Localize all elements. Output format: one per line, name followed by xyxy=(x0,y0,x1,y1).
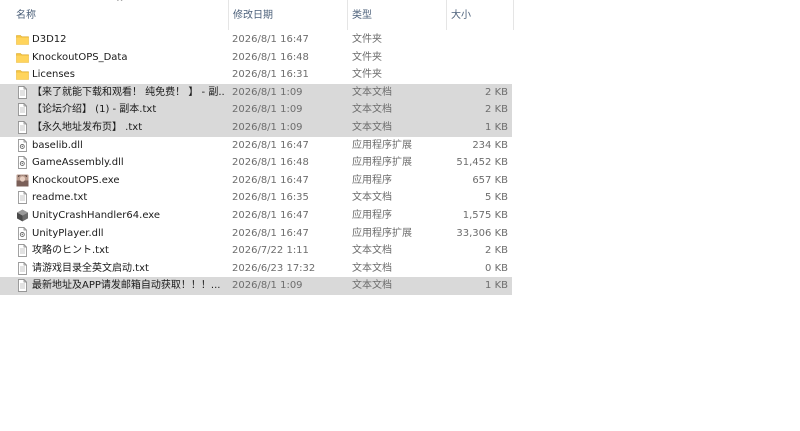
file-type: 应用程序 xyxy=(352,209,392,221)
file-size: 1,575 KB xyxy=(462,209,508,221)
file-name: 攻略のヒント.txt xyxy=(32,245,109,257)
file-name: Licenses xyxy=(32,69,75,81)
file-size: 657 KB xyxy=(472,174,508,186)
file-date: 2026/8/1 1:09 xyxy=(232,280,303,292)
file-date: 2026/8/1 16:31 xyxy=(232,69,309,81)
file-size: 5 KB xyxy=(485,192,508,204)
file-date: 2026/8/1 1:09 xyxy=(232,86,303,98)
file-type: 文本文档 xyxy=(352,280,392,292)
file-size: 51,452 KB xyxy=(456,157,508,169)
file-type: 文本文档 xyxy=(352,245,392,257)
file-size: 2 KB xyxy=(485,86,508,98)
text-file-icon xyxy=(16,261,29,275)
file-name: 【永久地址发布页】 .txt xyxy=(32,121,143,133)
file-type: 文本文档 xyxy=(352,86,392,98)
file-date: 2026/8/1 16:48 xyxy=(232,157,309,169)
file-date: 2026/6/23 17:32 xyxy=(232,262,316,274)
text-file-icon xyxy=(16,85,29,99)
file-size xyxy=(446,31,508,49)
file-name: 最新地址及APP请发邮箱自动获取！！！... xyxy=(32,280,221,292)
file-size: 2 KB xyxy=(485,245,508,257)
file-row[interactable]: KnockoutOPS_Data 2026/8/1 16:48 文件夹 xyxy=(0,49,512,67)
dll-file-icon xyxy=(16,138,29,152)
file-type: 应用程序扩展 xyxy=(352,139,412,151)
file-row[interactable]: UnityPlayer.dll 2026/8/1 16:47 应用程序扩展 33,30… xyxy=(0,225,512,243)
text-file-icon xyxy=(16,244,29,257)
sort-ascending-icon: ^ xyxy=(116,0,124,8)
text-file-icon xyxy=(16,191,29,205)
file-row[interactable]: Licenses 2026/8/1 16:31 文件夹 xyxy=(0,66,512,84)
file-row[interactable]: 【永久地址发布页】 .txt 2026/8/1 1:09 文本文档 1 KB xyxy=(0,118,512,137)
file-name: GameAssembly.dll xyxy=(32,157,124,169)
file-row[interactable]: 攻略のヒント.txt 2026/7/22 1:11 文本文档 2 KB xyxy=(0,242,512,260)
file-type: 应用程序扩展 xyxy=(352,157,412,169)
file-date: 2026/8/1 16:47 xyxy=(232,34,309,45)
file-name: readme.txt xyxy=(32,192,88,204)
file-name: 请游戏目录全英文启动.txt xyxy=(32,262,149,274)
file-row[interactable]: 请游戏目录全英文启动.txt 2026/6/23 17:32 文本文档 0 KB xyxy=(0,260,512,278)
file-size: 1 KB xyxy=(485,121,508,133)
text-file-icon xyxy=(16,103,29,117)
file-date: 2026/8/1 16:35 xyxy=(232,192,309,204)
column-type-header[interactable]: 类型 xyxy=(347,0,445,30)
file-type: 文件夹 xyxy=(352,69,382,81)
file-size: 33,306 KB xyxy=(456,227,508,239)
file-date: 2026/8/1 1:09 xyxy=(232,121,303,133)
dll-file-icon xyxy=(16,156,29,170)
file-type: 文件夹 xyxy=(352,34,382,45)
file-row[interactable]: KnockoutOPS.exe 2026/8/1 16:47 应用程序 657 KB xyxy=(0,172,512,190)
file-date: 2026/8/1 16:47 xyxy=(232,174,309,186)
column-date-header[interactable]: 修改日期 xyxy=(228,0,346,30)
file-date: 2026/7/22 1:11 xyxy=(232,245,309,257)
file-name: 【来了就能下载和观看！ 纯免费！ 】 - 副... xyxy=(32,86,224,98)
file-row[interactable]: 最新地址及APP请发邮箱自动获取！！！... 2026/8/1 1:09 文本文档 1… xyxy=(0,277,512,295)
file-date: 2026/8/1 16:48 xyxy=(232,51,309,63)
file-size: 2 KB xyxy=(485,104,508,116)
file-row[interactable]: D3D12 2026/8/1 16:47 文件夹 xyxy=(0,31,512,49)
file-date: 2026/8/1 16:47 xyxy=(232,139,309,151)
file-name: UnityCrashHandler64.exe xyxy=(32,209,161,221)
folder-icon xyxy=(16,51,29,64)
app-icon xyxy=(16,174,29,187)
file-type: 应用程序 xyxy=(352,174,392,186)
file-row[interactable]: 【论坛介绍】 (1) - 副本.txt 2026/8/1 1:09 文本文档 2 KB xyxy=(0,101,512,119)
folder-icon xyxy=(16,68,29,81)
file-name: D3D12 xyxy=(32,34,67,45)
file-row[interactable]: baselib.dll 2026/8/1 16:47 应用程序扩展 234 KB xyxy=(0,137,512,155)
file-name: KnockoutOPS.exe xyxy=(32,174,120,186)
file-name: baselib.dll xyxy=(32,139,83,151)
file-size: 0 KB xyxy=(485,262,508,274)
column-header: 名称 ^ 修改日期 类型 大小 xyxy=(0,0,516,30)
file-type: 文本文档 xyxy=(352,192,392,204)
unity-icon xyxy=(16,209,29,222)
file-row[interactable]: readme.txt 2026/8/1 16:35 文本文档 5 KB xyxy=(0,189,512,207)
file-name: 【论坛介绍】 (1) - 副本.txt xyxy=(32,104,157,116)
file-row[interactable]: UnityCrashHandler64.exe 2026/8/1 16:47 应用程… xyxy=(0,207,512,225)
file-type: 文件夹 xyxy=(352,51,382,63)
file-date: 2026/8/1 16:47 xyxy=(232,227,309,239)
text-file-icon xyxy=(16,279,29,293)
file-date: 2026/8/1 1:09 xyxy=(232,104,303,116)
file-type: 文本文档 xyxy=(352,104,392,116)
column-size-header[interactable]: 大小 xyxy=(446,0,514,30)
file-size xyxy=(446,49,508,67)
file-size: 234 KB xyxy=(472,139,508,151)
file-row[interactable]: 【来了就能下载和观看！ 纯免费！ 】 - 副... 2026/8/1 1:09 文本… xyxy=(0,83,512,102)
file-size xyxy=(446,66,508,84)
file-date: 2026/8/1 16:47 xyxy=(232,209,309,221)
dll-file-icon xyxy=(16,226,29,240)
folder-icon xyxy=(16,33,29,46)
file-type: 文本文档 xyxy=(352,262,392,274)
file-name: KnockoutOPS_Data xyxy=(32,51,128,63)
file-list: D3D12 2026/8/1 16:47 文件夹 KnockoutOPS_Data 20… xyxy=(0,31,516,295)
file-name: UnityPlayer.dll xyxy=(32,227,104,239)
file-row[interactable]: GameAssembly.dll 2026/8/1 16:48 应用程序扩展 51,4… xyxy=(0,154,512,172)
file-type: 文本文档 xyxy=(352,121,392,133)
text-file-icon xyxy=(16,121,29,134)
file-type: 应用程序扩展 xyxy=(352,227,412,239)
file-size: 1 KB xyxy=(485,280,508,292)
